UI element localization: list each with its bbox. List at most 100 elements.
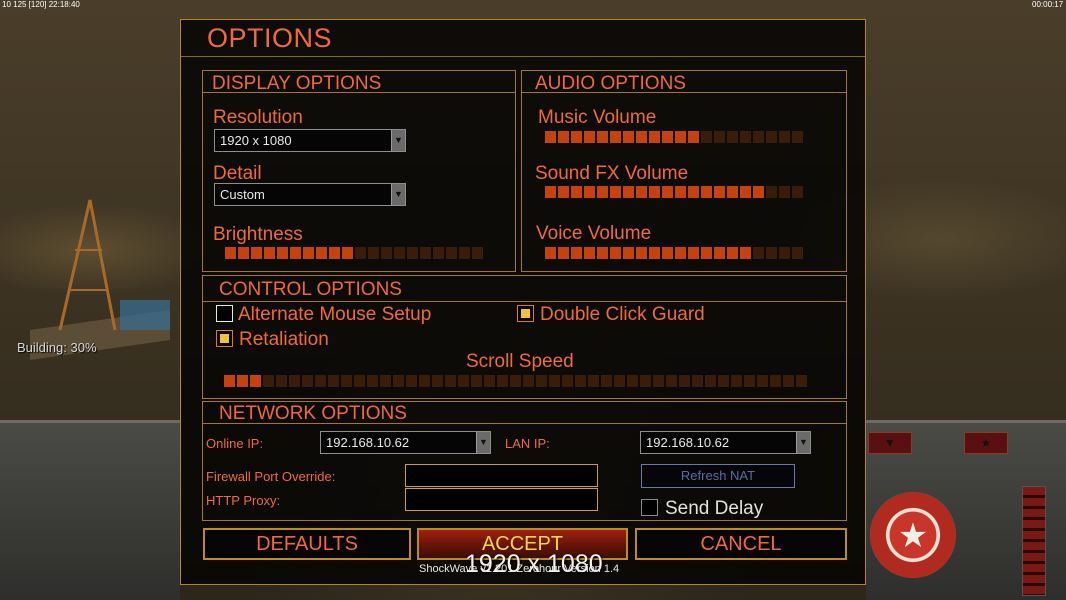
firewall-port-input[interactable]	[405, 464, 598, 487]
chevron-down-icon[interactable]: ▼	[391, 130, 405, 151]
cancel-button[interactable]: CANCEL	[635, 528, 847, 560]
slider-segment[interactable]	[679, 375, 690, 387]
slider-segment[interactable]	[662, 186, 673, 198]
slider-segment[interactable]	[276, 375, 287, 387]
slider-segment[interactable]	[562, 375, 573, 387]
slider-segment[interactable]	[610, 131, 621, 143]
slider-segment[interactable]	[497, 375, 508, 387]
slider-segment[interactable]	[549, 375, 560, 387]
slider-segment[interactable]	[571, 247, 582, 259]
double-click-guard-checkbox[interactable]	[517, 305, 534, 322]
slider-segment[interactable]	[471, 375, 482, 387]
detail-dropdown[interactable]: Custom ▼	[214, 183, 406, 206]
slider-segment[interactable]	[420, 247, 431, 259]
chevron-down-icon[interactable]: ▼	[796, 432, 810, 453]
slider-segment[interactable]	[571, 186, 582, 198]
slider-segment[interactable]	[727, 131, 738, 143]
slider-segment[interactable]	[407, 247, 418, 259]
slider-segment[interactable]	[277, 247, 288, 259]
slider-segment[interactable]	[328, 375, 339, 387]
slider-segment[interactable]	[380, 375, 391, 387]
slider-segment[interactable]	[701, 186, 712, 198]
slider-segment[interactable]	[623, 131, 634, 143]
slider-segment[interactable]	[381, 247, 392, 259]
lan-ip-dropdown[interactable]: 192.168.10.62 ▼	[640, 431, 811, 454]
slider-segment[interactable]	[714, 186, 725, 198]
slider-segment[interactable]	[558, 247, 569, 259]
slider-segment[interactable]	[636, 186, 647, 198]
slider-segment[interactable]	[394, 247, 405, 259]
slider-segment[interactable]	[753, 186, 764, 198]
chevron-down-icon[interactable]: ▼	[391, 184, 405, 205]
slider-segment[interactable]	[740, 247, 751, 259]
slider-segment[interactable]	[627, 375, 638, 387]
slider-segment[interactable]	[472, 247, 483, 259]
slider-segment[interactable]	[614, 375, 625, 387]
slider-segment[interactable]	[329, 247, 340, 259]
slider-segment[interactable]	[766, 131, 777, 143]
slider-segment[interactable]	[584, 247, 595, 259]
hud-tab-star-icon[interactable]: ★	[964, 432, 1008, 454]
slider-segment[interactable]	[302, 375, 313, 387]
slider-segment[interactable]	[623, 186, 634, 198]
slider-segment[interactable]	[575, 375, 586, 387]
slider-segment[interactable]	[315, 375, 326, 387]
slider-segment[interactable]	[705, 375, 716, 387]
slider-segment[interactable]	[432, 375, 443, 387]
slider-segment[interactable]	[354, 375, 365, 387]
slider-segment[interactable]	[766, 186, 777, 198]
retaliation-checkbox[interactable]	[216, 330, 233, 347]
slider-segment[interactable]	[753, 131, 764, 143]
slider-segment[interactable]	[601, 375, 612, 387]
retaliation-label[interactable]: Retaliation	[239, 329, 329, 351]
slider-segment[interactable]	[610, 247, 621, 259]
defaults-button[interactable]: DEFAULTS	[203, 528, 411, 560]
slider-segment[interactable]	[355, 247, 366, 259]
slider-segment[interactable]	[779, 186, 790, 198]
slider-segment[interactable]	[757, 375, 768, 387]
slider-segment[interactable]	[510, 375, 521, 387]
slider-segment[interactable]	[701, 247, 712, 259]
slider-segment[interactable]	[779, 247, 790, 259]
slider-segment[interactable]	[558, 131, 569, 143]
slider-segment[interactable]	[688, 131, 699, 143]
alternate-mouse-checkbox[interactable]	[216, 305, 233, 322]
slider-segment[interactable]	[792, 247, 803, 259]
slider-segment[interactable]	[688, 247, 699, 259]
slider-segment[interactable]	[640, 375, 651, 387]
slider-segment[interactable]	[636, 247, 647, 259]
slider-segment[interactable]	[251, 247, 262, 259]
slider-segment[interactable]	[662, 247, 673, 259]
slider-segment[interactable]	[484, 375, 495, 387]
slider-segment[interactable]	[558, 186, 569, 198]
slider-segment[interactable]	[446, 247, 457, 259]
slider-segment[interactable]	[290, 247, 301, 259]
slider-segment[interactable]	[740, 131, 751, 143]
slider-segment[interactable]	[237, 375, 248, 387]
slider-segment[interactable]	[545, 186, 556, 198]
slider-segment[interactable]	[264, 247, 275, 259]
slider-segment[interactable]	[433, 247, 444, 259]
slider-segment[interactable]	[250, 375, 261, 387]
slider-segment[interactable]	[649, 247, 660, 259]
slider-segment[interactable]	[316, 247, 327, 259]
slider-segment[interactable]	[588, 375, 599, 387]
online-ip-dropdown[interactable]: 192.168.10.62 ▼	[320, 431, 491, 454]
slider-segment[interactable]	[740, 186, 751, 198]
slider-segment[interactable]	[523, 375, 534, 387]
double-click-guard-label[interactable]: Double Click Guard	[540, 304, 705, 326]
slider-segment[interactable]	[584, 131, 595, 143]
slider-segment[interactable]	[303, 247, 314, 259]
slider-segment[interactable]	[770, 375, 781, 387]
slider-segment[interactable]	[727, 186, 738, 198]
send-delay-checkbox[interactable]	[641, 499, 658, 516]
slider-segment[interactable]	[225, 247, 236, 259]
send-delay-label[interactable]: Send Delay	[665, 498, 763, 520]
slider-segment[interactable]	[406, 375, 417, 387]
slider-segment[interactable]	[597, 247, 608, 259]
slider-segment[interactable]	[792, 131, 803, 143]
slider-segment[interactable]	[238, 247, 249, 259]
slider-segment[interactable]	[263, 375, 274, 387]
slider-segment[interactable]	[692, 375, 703, 387]
music-volume-slider[interactable]	[545, 131, 803, 143]
